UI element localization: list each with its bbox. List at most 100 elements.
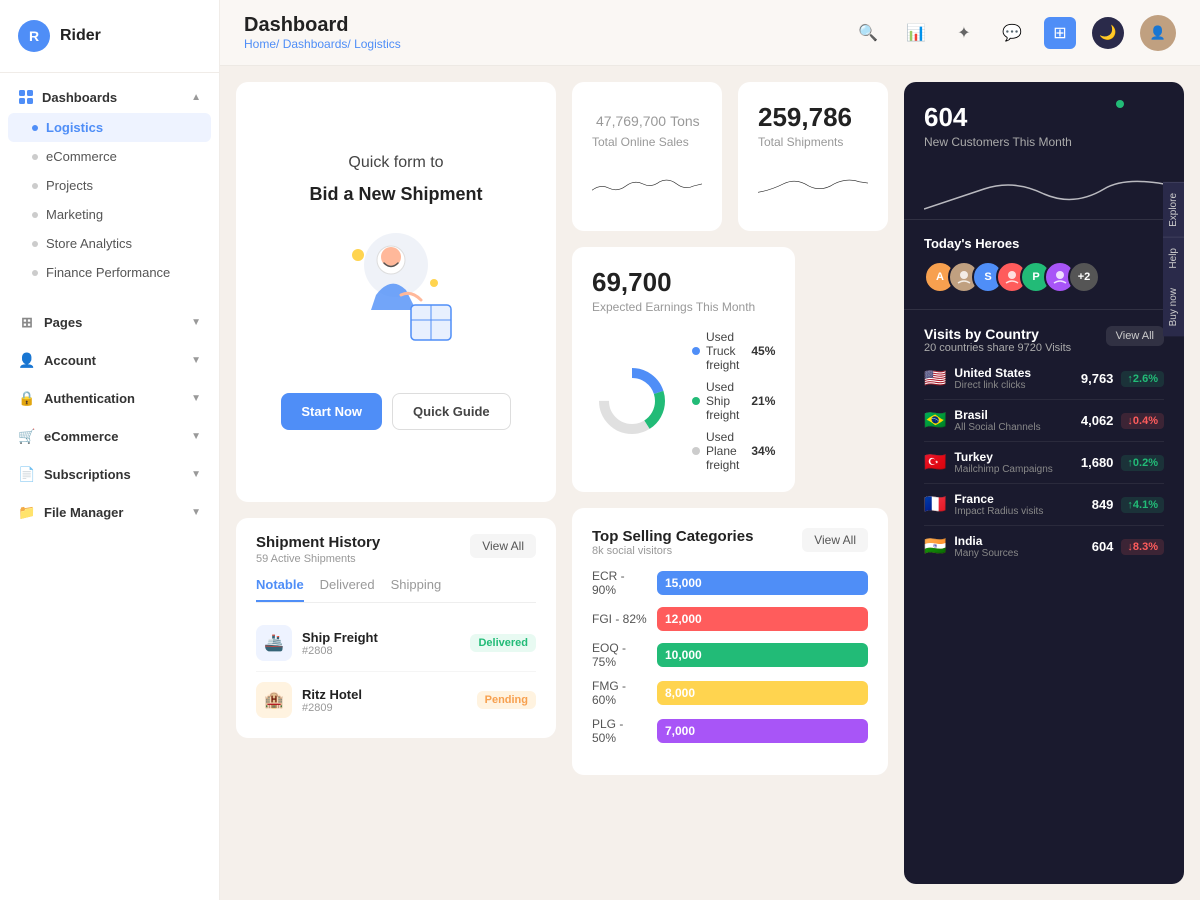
- country-visits-turkey: 1,680: [1081, 455, 1114, 470]
- bar-track-plg: 7,000: [657, 719, 868, 743]
- flag-brasil: 🇧🇷: [924, 410, 946, 431]
- shipment-id: #2808: [302, 645, 460, 657]
- analytics-icon[interactable]: 📊: [900, 17, 932, 49]
- total-shipments-value: 259,786: [758, 102, 868, 133]
- plane-dot: [692, 447, 700, 455]
- shipment-name: Ship Freight: [302, 630, 460, 645]
- country-change-usa: ↑2.6%: [1121, 371, 1164, 387]
- subscriptions-chevron-icon: ▼: [191, 469, 201, 480]
- sidebar-item-logistics[interactable]: Logistics: [8, 113, 211, 142]
- sidebar-item-ecommerce[interactable]: eCommerce: [0, 142, 219, 171]
- dot: [32, 183, 38, 189]
- total-shipments-label: Total Shipments: [758, 135, 868, 149]
- bid-card-subtitle: Bid a New Shipment: [309, 184, 482, 205]
- country-info-india: India Many Sources: [954, 534, 1083, 559]
- authentication-chevron-icon: ▼: [191, 393, 201, 404]
- sidebar-item-projects-label: Projects: [46, 178, 93, 193]
- bar-item-eoq: EOQ - 75% 10,000: [592, 641, 868, 669]
- avatar[interactable]: 👤: [1140, 15, 1176, 51]
- breadcrumb-dashboards[interactable]: Dashboards/: [283, 37, 351, 51]
- dashboards-section: Dashboards ▲ Logistics eCommerce Project…: [0, 73, 219, 295]
- explore-label[interactable]: Explore: [1163, 182, 1184, 237]
- breadcrumb-home[interactable]: Home/: [244, 37, 279, 51]
- left-column: Quick form to Bid a New Shipment: [236, 82, 556, 884]
- shipment-view-all-button[interactable]: View All: [470, 534, 536, 558]
- bid-card-title: Quick form to: [348, 154, 443, 172]
- shipment-title: Shipment History: [256, 534, 380, 551]
- flag-turkey: 🇹🇷: [924, 452, 946, 473]
- sidebar-item-marketing[interactable]: Marketing: [0, 200, 219, 229]
- bar-value-fmg: 8,000: [665, 686, 695, 700]
- dashboards-label: Dashboards: [42, 90, 117, 105]
- new-customers-label: New Customers This Month: [924, 135, 1164, 149]
- visits-view-all-button[interactable]: View All: [1106, 326, 1164, 346]
- donut-container: Used Truck freight 45% Used Ship freight…: [592, 330, 775, 472]
- dashboards-header[interactable]: Dashboards ▲: [0, 81, 219, 113]
- tab-delivered[interactable]: Delivered: [320, 577, 375, 602]
- sidebar-item-projects[interactable]: Projects: [0, 171, 219, 200]
- authentication-label: Authentication: [44, 391, 135, 406]
- theme-toggle[interactable]: 🌙: [1092, 17, 1124, 49]
- sidebar-item-store-analytics[interactable]: Store Analytics: [0, 229, 219, 258]
- shipment-status-badge-2: Pending: [477, 691, 536, 709]
- pages-chevron-icon: ▼: [191, 317, 201, 328]
- sidebar-file-manager[interactable]: 📁 File Manager ▼: [0, 493, 219, 531]
- file-manager-icon: 📁: [18, 503, 36, 521]
- shipment-type-icon: 🚢: [256, 625, 292, 661]
- country-change-france: ↑4.1%: [1121, 497, 1164, 513]
- tab-shipping[interactable]: Shipping: [391, 577, 442, 602]
- bar-track-fgi: 12,000: [657, 607, 868, 631]
- pages-label: Pages: [44, 315, 82, 330]
- heroes-title: Today's Heroes: [924, 236, 1164, 251]
- shipment-item: 🚢 Ship Freight #2808 Delivered: [256, 615, 536, 672]
- breadcrumb-logistics[interactable]: Logistics: [354, 37, 401, 51]
- search-icon[interactable]: 🔍: [852, 17, 884, 49]
- sidebar-item-marketing-label: Marketing: [46, 207, 103, 222]
- visits-header: Visits by Country 20 countries share 972…: [924, 326, 1164, 354]
- categories-bars: ECR - 90% 15,000 FGI - 82% 12,000 EOQ - …: [592, 569, 868, 745]
- sidebar-pages[interactable]: ⊞ Pages ▼: [0, 303, 219, 341]
- country-visits-brasil: 4,062: [1081, 413, 1114, 428]
- country-india: 🇮🇳 India Many Sources 604 ↓8.3%: [924, 526, 1164, 567]
- bar-label-plg: PLG - 50%: [592, 717, 647, 745]
- categories-header: Top Selling Categories 8k social visitor…: [592, 528, 868, 557]
- country-info-france: France Impact Radius visits: [954, 492, 1083, 517]
- truck-dot: [692, 347, 700, 355]
- pages-section: ⊞ Pages ▼ 👤 Account ▼ 🔒 Authentication ▼…: [0, 295, 219, 539]
- categories-card: Top Selling Categories 8k social visitor…: [572, 508, 888, 775]
- ship-freight-legend: Used Ship freight 21%: [692, 380, 775, 422]
- ecommerce-main-label: eCommerce: [44, 429, 118, 444]
- truck-freight-legend: Used Truck freight 45%: [692, 330, 775, 372]
- new-customers-chart: [924, 159, 1164, 219]
- country-usa: 🇺🇸 United States Direct link clicks 9,76…: [924, 358, 1164, 400]
- tab-notable[interactable]: Notable: [256, 577, 304, 602]
- settings-icon[interactable]: ✦: [948, 17, 980, 49]
- help-label[interactable]: Help: [1163, 237, 1184, 279]
- messages-icon[interactable]: 💬: [996, 17, 1028, 49]
- bar-track-fmg: 8,000: [657, 681, 868, 705]
- bar-label-eoq: EOQ - 75%: [592, 641, 647, 669]
- bar-item-fgi: FGI - 82% 12,000: [592, 607, 868, 631]
- sidebar-logo[interactable]: R Rider: [0, 0, 219, 73]
- earnings-row: 69,700 Expected Earnings This Month: [572, 247, 888, 492]
- total-shipments-chart: [758, 161, 868, 211]
- sidebar-subscriptions[interactable]: 📄 Subscriptions ▼: [0, 455, 219, 493]
- start-now-button[interactable]: Start Now: [281, 393, 382, 430]
- sidebar-item-finance-performance[interactable]: Finance Performance: [0, 258, 219, 287]
- side-labels: Explore Help Buy now: [1163, 182, 1184, 337]
- quick-guide-button[interactable]: Quick Guide: [392, 393, 511, 430]
- heroes-avatars: A S P +2: [924, 261, 1164, 293]
- ecommerce-chevron-icon: ▼: [191, 431, 201, 442]
- country-source-india: Many Sources: [954, 548, 1083, 559]
- grid-icon[interactable]: ⊞: [1044, 17, 1076, 49]
- bid-buttons: Start Now Quick Guide: [281, 393, 510, 430]
- file-manager-chevron-icon: ▼: [191, 507, 201, 518]
- total-sales-chart: [592, 161, 702, 211]
- sidebar-authentication[interactable]: 🔒 Authentication ▼: [0, 379, 219, 417]
- categories-view-all-button[interactable]: View All: [802, 528, 868, 552]
- sidebar-ecommerce-main[interactable]: 🛒 eCommerce ▼: [0, 417, 219, 455]
- account-icon: 👤: [18, 351, 36, 369]
- dashboard-body: Quick form to Bid a New Shipment: [220, 66, 1200, 900]
- buy-now-label[interactable]: Buy now: [1163, 278, 1184, 336]
- sidebar-account[interactable]: 👤 Account ▼: [0, 341, 219, 379]
